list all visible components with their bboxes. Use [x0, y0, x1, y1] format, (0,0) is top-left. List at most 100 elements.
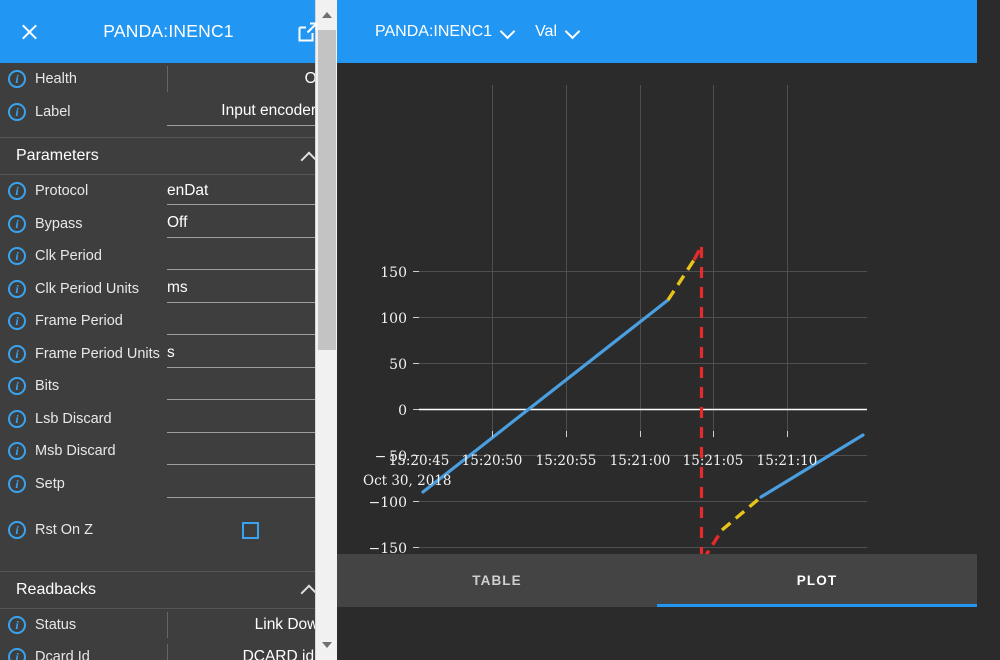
chevron-down-icon [566, 26, 578, 38]
row-label: Frame Period [35, 313, 167, 329]
row-health: i Health OK [0, 63, 337, 96]
info-icon[interactable]: i [8, 345, 26, 363]
x-tick-label: 15:21:10 [757, 453, 818, 469]
y-tick-label: 150 [380, 265, 407, 281]
row-label-field: i Label Input encoder 1 [0, 96, 337, 129]
channel-name: PANDA:INENC1 [375, 23, 492, 41]
info-icon[interactable]: i [8, 247, 26, 265]
section-title: Parameters [16, 147, 302, 165]
row-label: Setp [35, 476, 167, 492]
info-icon[interactable]: i [8, 475, 26, 493]
info-icon[interactable]: i [8, 103, 26, 121]
tab-plot[interactable]: PLOT [657, 554, 977, 607]
chevron-up-icon[interactable] [302, 583, 315, 596]
application-window: PANDA:INENC1 i Health OK [0, 0, 1000, 660]
bypass-select[interactable]: Off [167, 210, 333, 238]
frame-period-units-select[interactable]: s [167, 340, 333, 368]
plot-tabs: TABLE PLOT [337, 554, 977, 607]
row-status: i Status Link Down [0, 609, 337, 642]
info-icon[interactable]: i [8, 410, 26, 428]
close-icon[interactable] [14, 17, 44, 47]
section-header-parameters[interactable]: Parameters [0, 137, 337, 175]
setp-input[interactable]: 0 [167, 470, 333, 498]
row-msb-discard: i Msb Discard 0 [0, 435, 337, 468]
row-value-container[interactable]: Input encoder 1 [167, 98, 333, 126]
x-tick-label: 15:21:00 [610, 453, 671, 469]
tab-table[interactable]: TABLE [337, 554, 657, 607]
scroll-down-arrow-icon[interactable] [316, 634, 337, 656]
open-in-new-icon[interactable] [293, 17, 323, 47]
row-value: Link Down [178, 616, 333, 634]
lsb-discard-input[interactable]: 0 [167, 405, 333, 433]
chevron-up-icon[interactable] [302, 150, 315, 163]
row-label: Status [35, 617, 167, 633]
plot-area: X [337, 63, 977, 607]
info-icon[interactable]: i [8, 70, 26, 88]
plot-panel: PANDA:INENC1 Val [337, 0, 977, 660]
y-tick-label: 50 [389, 357, 407, 373]
left-panel-header: PANDA:INENC1 [0, 0, 337, 63]
row-label: Dcard Id [35, 649, 167, 660]
row-value: s [167, 344, 333, 362]
y-tick-label: −100 [369, 495, 407, 511]
row-value: 0 [167, 474, 333, 492]
x-axis-date-label: Oct 30, 2018 [363, 473, 451, 489]
row-value: 0 [167, 377, 333, 395]
msb-discard-input[interactable]: 0 [167, 437, 333, 465]
frame-period-input[interactable]: 1 [167, 307, 333, 335]
info-icon[interactable]: i [8, 280, 26, 298]
row-value: Input encoder 1 [167, 102, 333, 120]
x-tick-label: 15:20:55 [536, 453, 597, 469]
bits-input[interactable]: 0 [167, 372, 333, 400]
protocol-select[interactable]: enDat [167, 177, 333, 205]
rst-on-z-checkbox[interactable] [242, 522, 259, 539]
field-dropdown[interactable]: Val [535, 23, 578, 41]
row-value: 0 [167, 247, 333, 265]
row-value-container: OK [167, 66, 333, 92]
row-value: 0 [167, 442, 333, 460]
row-label: Lsb Discard [35, 411, 167, 427]
info-icon[interactable]: i [8, 521, 26, 539]
row-label: Frame Period Units [35, 346, 167, 362]
row-lsb-discard: i Lsb Discard 0 [0, 403, 337, 436]
left-panel-scrollbar[interactable] [315, 0, 337, 660]
info-icon[interactable]: i [8, 377, 26, 395]
row-label: Label [35, 104, 167, 120]
row-value: 1 [167, 312, 333, 330]
x-tick-label: 15:20:50 [462, 453, 523, 469]
row-label: Msb Discard [35, 443, 167, 459]
clk-period-units-select[interactable]: ms [167, 275, 333, 303]
row-bypass: i Bypass Off [0, 208, 337, 241]
row-rst-on-z: i Rst On Z [0, 514, 337, 547]
row-value: Off [167, 214, 333, 232]
device-detail-panel: PANDA:INENC1 i Health OK [0, 0, 337, 660]
info-icon[interactable]: i [8, 312, 26, 330]
info-icon[interactable]: i [8, 215, 26, 233]
clk-period-input[interactable]: 0 [167, 242, 333, 270]
info-icon[interactable]: i [8, 648, 26, 660]
channel-dropdown[interactable]: PANDA:INENC1 [375, 23, 513, 41]
chevron-down-icon [501, 26, 513, 38]
x-tick-label: 15:21:05 [683, 453, 744, 469]
parameter-list: i Health OK i Label Input encoder 1 Para… [0, 63, 337, 660]
row-bits: i Bits 0 [0, 370, 337, 403]
row-label: Bits [35, 378, 167, 394]
info-icon[interactable]: i [8, 616, 26, 634]
row-setp: i Setp 0 [0, 468, 337, 501]
info-icon[interactable]: i [8, 182, 26, 200]
left-panel-title: PANDA:INENC1 [0, 21, 337, 42]
tab-label: TABLE [472, 573, 522, 588]
row-value: OK [178, 70, 333, 88]
row-clk-period-units: i Clk Period Units ms [0, 273, 337, 306]
row-label: Clk Period Units [35, 281, 167, 297]
row-dcard-id: i Dcard Id DCARD id 0 [0, 641, 337, 660]
row-frame-period: i Frame Period 1 [0, 305, 337, 338]
plot-canvas[interactable]: 150 100 50 0 − 50 −100 −150 [337, 63, 977, 607]
section-header-readbacks[interactable]: Readbacks [0, 571, 337, 609]
tab-label: PLOT [797, 573, 837, 588]
scrollbar-thumb[interactable] [318, 30, 336, 350]
row-value: enDat [167, 182, 333, 200]
section-title: Readbacks [16, 581, 302, 599]
row-value: 0 [167, 409, 333, 427]
info-icon[interactable]: i [8, 442, 26, 460]
